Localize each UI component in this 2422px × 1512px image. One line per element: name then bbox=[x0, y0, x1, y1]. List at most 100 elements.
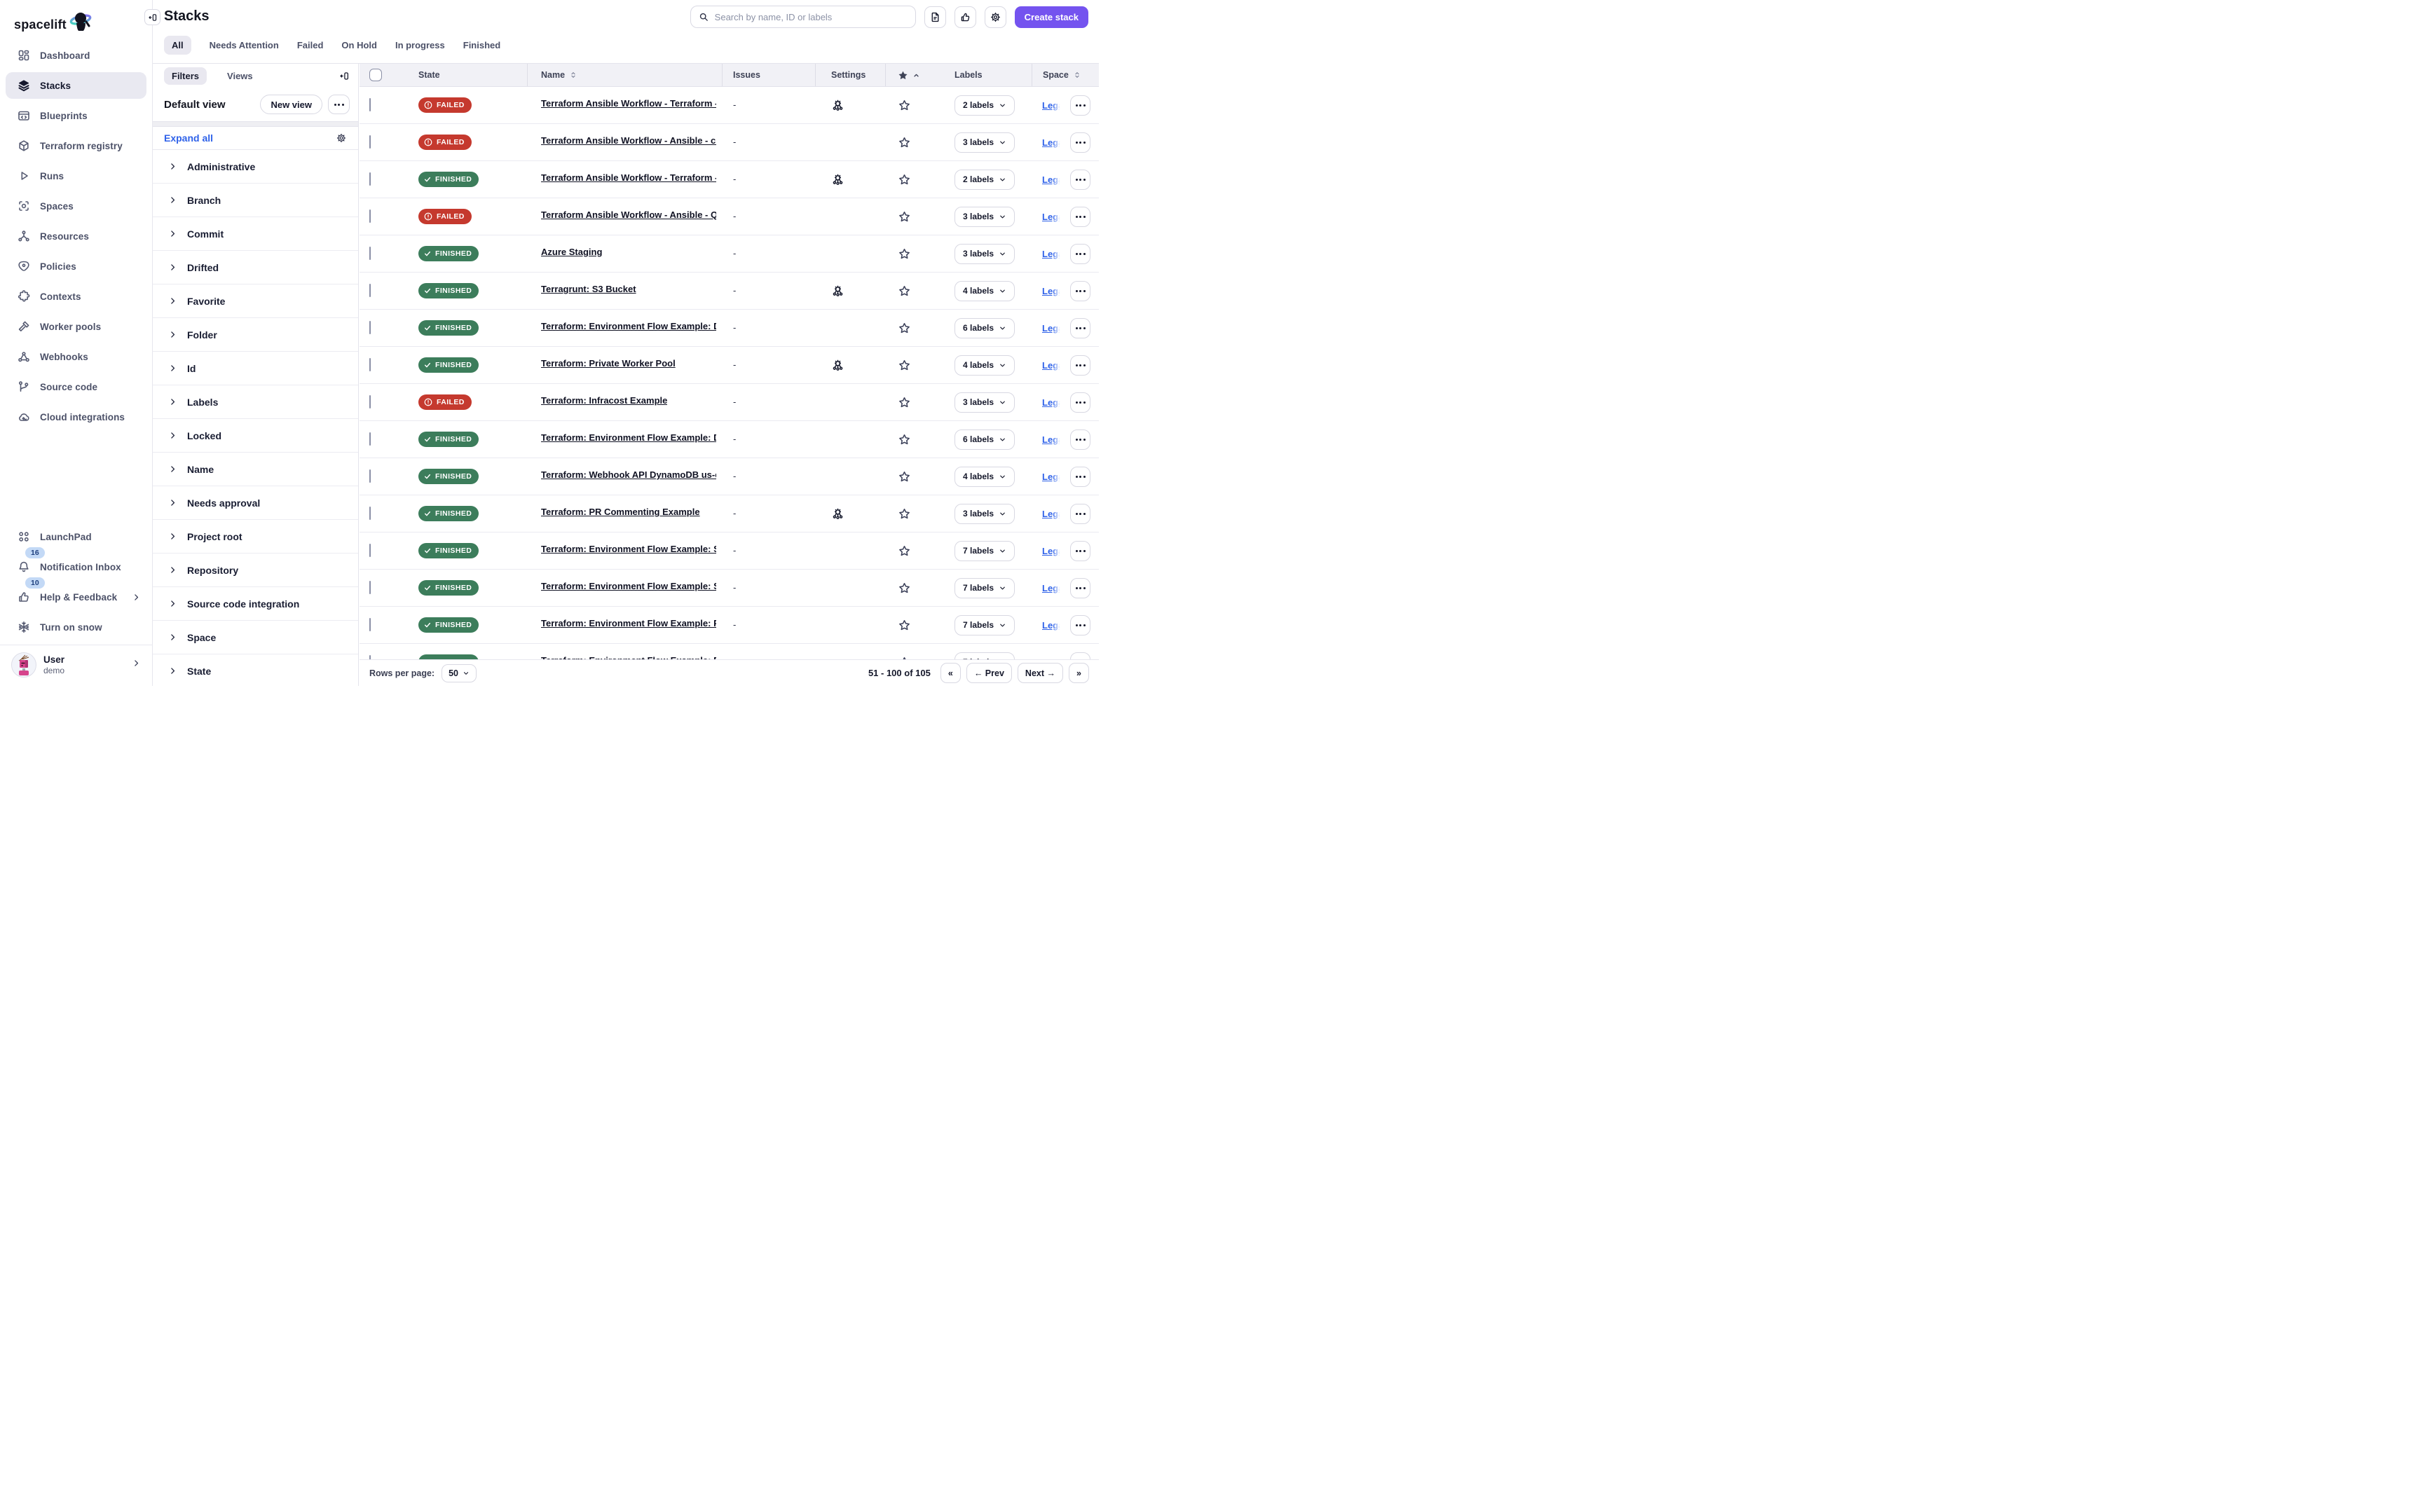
tab-needs-attention[interactable]: Needs Attention bbox=[210, 36, 279, 55]
tab-filters[interactable]: Filters bbox=[164, 67, 207, 85]
sidebar-item-worker-pools[interactable]: Worker pools bbox=[6, 313, 146, 340]
filter-group-repository[interactable]: Repository bbox=[153, 554, 358, 587]
star-icon[interactable] bbox=[898, 470, 952, 483]
row-more-button[interactable] bbox=[1070, 95, 1090, 116]
labels-dropdown-button[interactable]: 3 labels bbox=[955, 244, 1015, 264]
sidebar-item-launchpad[interactable]: LaunchPad bbox=[6, 523, 146, 550]
labels-dropdown-button[interactable]: 3 labels bbox=[955, 504, 1015, 524]
stack-name-link[interactable]: Terraform: Private Worker Pool bbox=[541, 358, 676, 369]
filter-group-needs-approval[interactable]: Needs approval bbox=[153, 486, 358, 520]
star-icon[interactable] bbox=[898, 507, 952, 521]
filter-group-locked[interactable]: Locked bbox=[153, 419, 358, 453]
labels-dropdown-button[interactable]: 4 labels bbox=[955, 467, 1015, 487]
filter-group-labels[interactable]: Labels bbox=[153, 385, 358, 419]
star-icon[interactable] bbox=[898, 322, 952, 335]
sidebar-item-stacks[interactable]: Stacks bbox=[6, 72, 146, 99]
row-checkbox[interactable] bbox=[369, 581, 371, 594]
labels-dropdown-button[interactable]: 3 labels bbox=[955, 207, 1015, 227]
row-checkbox[interactable] bbox=[369, 358, 371, 371]
space-link[interactable]: Legacy bbox=[1042, 100, 1061, 111]
last-page-button[interactable]: » bbox=[1069, 663, 1089, 683]
space-link[interactable]: Legacy bbox=[1042, 620, 1061, 631]
filter-group-commit[interactable]: Commit bbox=[153, 217, 358, 251]
space-link[interactable]: Legacy bbox=[1042, 174, 1061, 185]
star-icon[interactable] bbox=[898, 359, 952, 372]
sidebar-item-policies[interactable]: Policies bbox=[6, 253, 146, 280]
labels-dropdown-button[interactable]: 3 labels bbox=[955, 392, 1015, 413]
row-checkbox[interactable] bbox=[369, 209, 371, 223]
filter-settings-gear-icon[interactable] bbox=[336, 132, 347, 144]
row-checkbox[interactable] bbox=[369, 432, 371, 446]
expand-all-link[interactable]: Expand all bbox=[164, 132, 213, 144]
row-checkbox[interactable] bbox=[369, 284, 371, 297]
stack-name-link[interactable]: Terraform: Environment Flow Example: Sta… bbox=[541, 581, 716, 591]
star-icon[interactable] bbox=[898, 433, 952, 446]
sidebar-item-notification-inbox[interactable]: 16Notification Inbox bbox=[6, 554, 146, 580]
labels-dropdown-button[interactable]: 7 labels bbox=[955, 541, 1015, 561]
sidebar-item-spaces[interactable]: Spaces bbox=[6, 193, 146, 219]
space-link[interactable]: Legacy bbox=[1042, 583, 1061, 593]
stack-name-link[interactable]: Terraform: Infracost Example bbox=[541, 395, 667, 406]
labels-dropdown-button[interactable]: 6 labels bbox=[955, 429, 1015, 450]
space-link[interactable]: Legacy bbox=[1042, 546, 1061, 556]
tab-all[interactable]: All bbox=[164, 36, 191, 55]
row-more-button[interactable] bbox=[1070, 244, 1090, 264]
space-link[interactable]: Legacy bbox=[1042, 249, 1061, 259]
docs-button[interactable] bbox=[924, 6, 946, 28]
select-all-checkbox[interactable] bbox=[369, 69, 382, 81]
user-menu[interactable]: User demo bbox=[0, 645, 152, 686]
column-header-name[interactable]: Name bbox=[528, 64, 723, 86]
star-icon[interactable] bbox=[898, 544, 952, 558]
row-checkbox[interactable] bbox=[369, 469, 371, 483]
labels-dropdown-button[interactable]: 3 labels bbox=[955, 132, 1015, 153]
star-icon[interactable] bbox=[898, 210, 952, 224]
row-more-button[interactable] bbox=[1070, 355, 1090, 376]
space-link[interactable]: Legacy bbox=[1042, 360, 1061, 371]
sidebar-item-contexts[interactable]: Contexts bbox=[6, 283, 146, 310]
labels-dropdown-button[interactable]: 7 labels bbox=[955, 652, 1015, 660]
filter-group-favorite[interactable]: Favorite bbox=[153, 284, 358, 318]
star-icon[interactable] bbox=[898, 582, 952, 595]
space-link[interactable]: Legacy bbox=[1042, 137, 1061, 148]
space-link[interactable]: Legacy bbox=[1042, 434, 1061, 445]
filter-panel-collapse-button[interactable] bbox=[339, 71, 350, 81]
filter-group-administrative[interactable]: Administrative bbox=[153, 150, 358, 184]
row-checkbox[interactable] bbox=[369, 135, 371, 149]
prev-page-button[interactable]: ← Prev bbox=[966, 663, 1012, 683]
star-icon[interactable] bbox=[898, 396, 952, 409]
settings-button[interactable] bbox=[985, 6, 1006, 28]
stack-name-link[interactable]: Terraform: Environment Flow Example: Dev… bbox=[541, 432, 716, 443]
star-icon[interactable] bbox=[898, 99, 952, 112]
row-checkbox[interactable] bbox=[369, 544, 371, 557]
space-link[interactable]: Legacy bbox=[1042, 286, 1061, 296]
feedback-button[interactable] bbox=[955, 6, 976, 28]
space-link[interactable]: Legacy bbox=[1042, 509, 1061, 519]
search-input[interactable] bbox=[715, 12, 908, 22]
sidebar-collapse-button[interactable] bbox=[144, 9, 160, 25]
view-more-button[interactable] bbox=[328, 95, 350, 114]
sidebar-item-terraform-registry[interactable]: Terraform registry bbox=[6, 132, 146, 159]
labels-dropdown-button[interactable]: 7 labels bbox=[955, 578, 1015, 598]
filter-group-branch[interactable]: Branch bbox=[153, 184, 358, 217]
stack-name-link[interactable]: Terragrunt: S3 Bucket bbox=[541, 284, 636, 294]
rows-per-page-select[interactable]: 50 bbox=[442, 664, 477, 682]
star-icon[interactable] bbox=[898, 284, 952, 298]
row-more-button[interactable] bbox=[1070, 392, 1090, 413]
filter-group-space[interactable]: Space bbox=[153, 621, 358, 654]
tab-finished[interactable]: Finished bbox=[463, 36, 500, 55]
stack-name-link[interactable]: Terraform Ansible Workflow - Terraform -… bbox=[541, 98, 716, 109]
row-more-button[interactable] bbox=[1070, 541, 1090, 561]
star-icon[interactable] bbox=[898, 619, 952, 632]
space-link[interactable]: Legacy bbox=[1042, 472, 1061, 482]
sidebar-item-resources[interactable]: Resources bbox=[6, 223, 146, 249]
tab-on-hold[interactable]: On Hold bbox=[341, 36, 377, 55]
space-link[interactable]: Legacy bbox=[1042, 323, 1061, 334]
stack-name-link[interactable]: Terraform: PR Commenting Example bbox=[541, 507, 700, 517]
sidebar-item-turn-on-snow[interactable]: Turn on snow bbox=[6, 614, 146, 640]
labels-dropdown-button[interactable]: 2 labels bbox=[955, 170, 1015, 190]
column-header-space[interactable]: Space bbox=[1032, 64, 1099, 86]
stack-name-link[interactable]: Terraform Ansible Workflow - Ansible - c… bbox=[541, 135, 716, 146]
labels-dropdown-button[interactable]: 4 labels bbox=[955, 281, 1015, 301]
row-more-button[interactable] bbox=[1070, 615, 1090, 635]
filter-group-id[interactable]: Id bbox=[153, 352, 358, 385]
